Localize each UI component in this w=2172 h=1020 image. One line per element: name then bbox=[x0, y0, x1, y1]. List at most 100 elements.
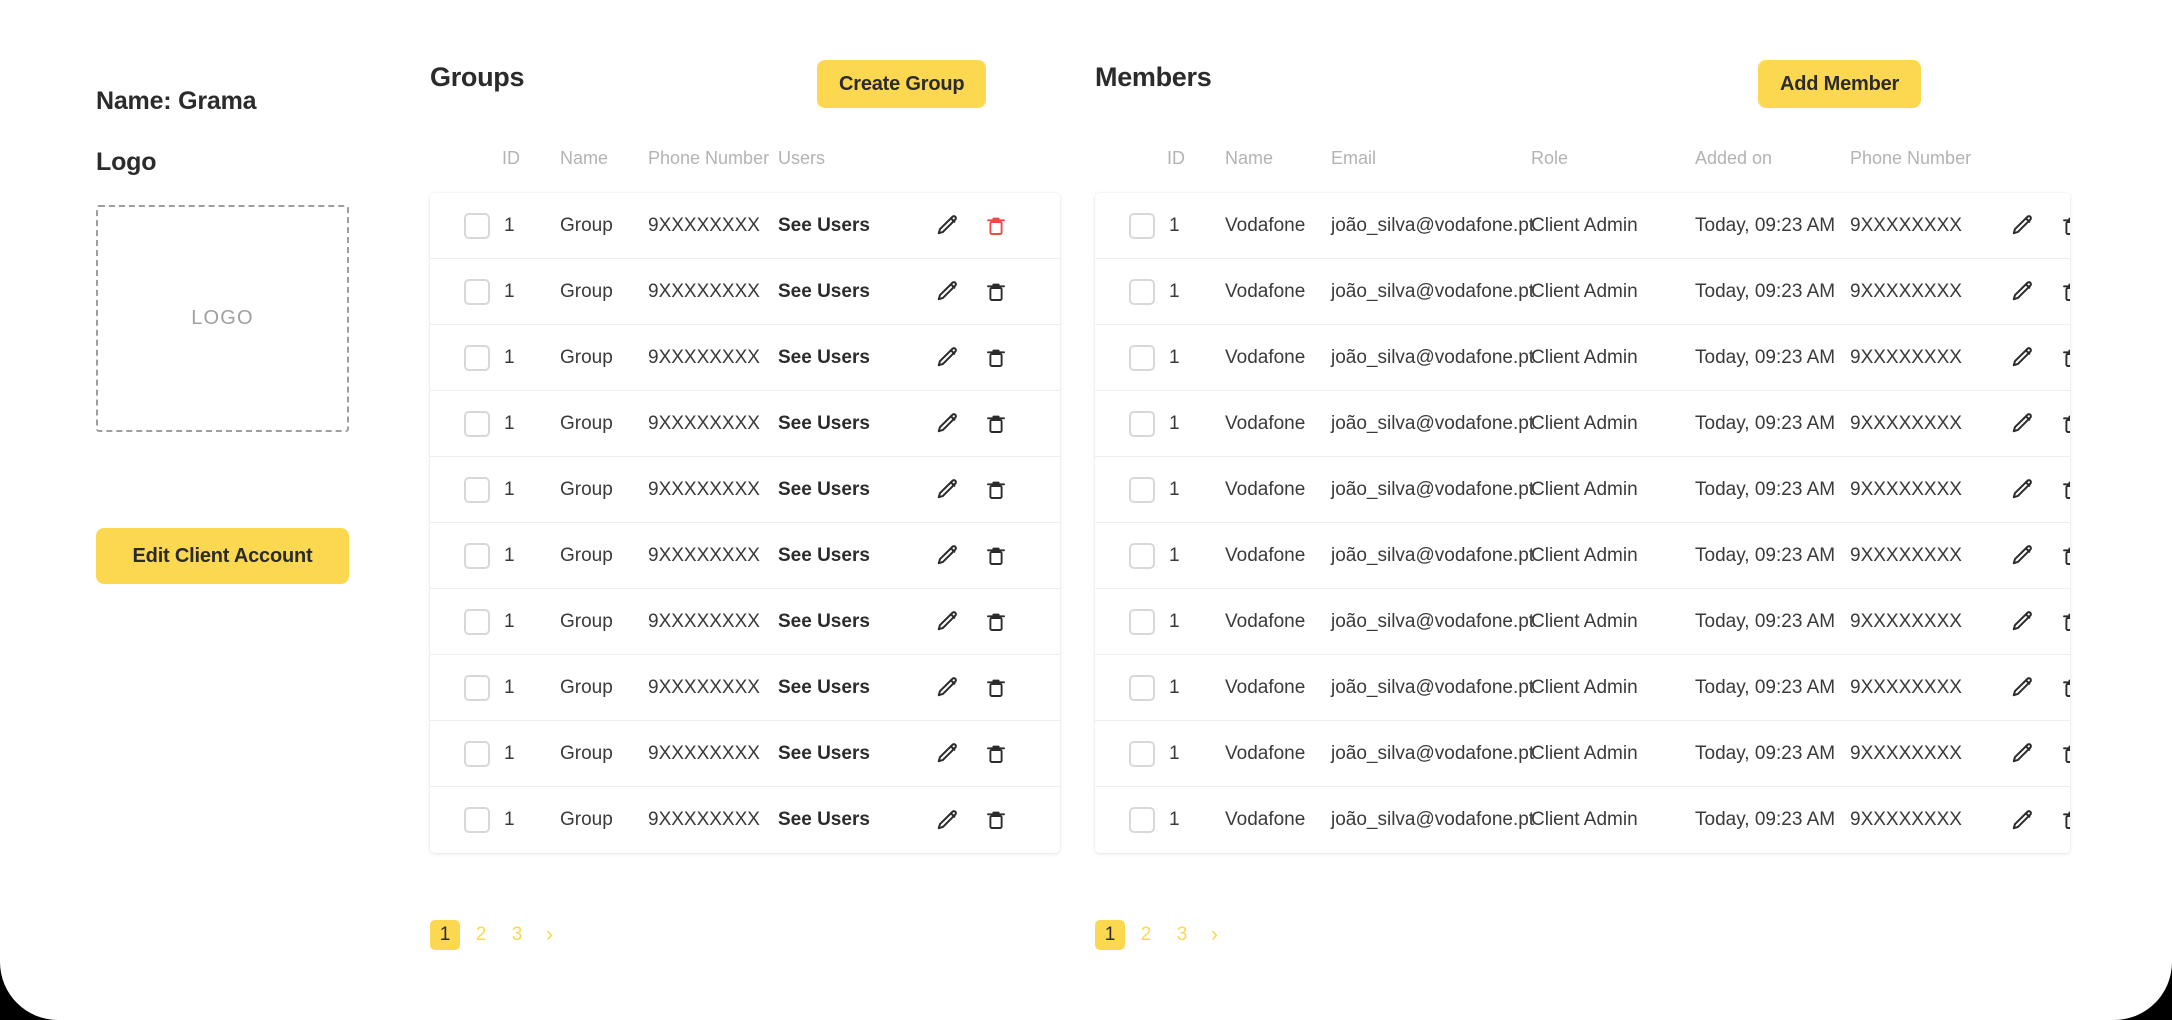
logo-upload-dropzone[interactable]: LOGO bbox=[96, 205, 349, 432]
see-users-link[interactable]: See Users bbox=[778, 677, 870, 699]
table-row[interactable]: 1 Vodafone joão_silva@vodafone.pt Client Ad… bbox=[1095, 589, 2070, 655]
row-select-checkbox[interactable] bbox=[1129, 542, 1155, 569]
trash-icon[interactable] bbox=[2057, 409, 2070, 439]
pencil-icon[interactable] bbox=[2007, 277, 2037, 307]
see-users-link[interactable]: See Users bbox=[778, 479, 870, 501]
trash-icon[interactable] bbox=[2057, 805, 2070, 835]
trash-icon[interactable] bbox=[2057, 277, 2070, 307]
pencil-icon[interactable] bbox=[2007, 409, 2037, 439]
row-select-checkbox[interactable] bbox=[1129, 278, 1155, 305]
row-select-checkbox[interactable] bbox=[464, 674, 490, 701]
pencil-icon[interactable] bbox=[2007, 739, 2037, 769]
pencil-icon[interactable] bbox=[932, 475, 962, 505]
trash-icon[interactable] bbox=[2057, 211, 2070, 241]
groups-page-1[interactable]: 1 bbox=[430, 920, 460, 950]
table-row[interactable]: 1 Vodafone joão_silva@vodafone.pt Client Ad… bbox=[1095, 655, 2070, 721]
pencil-icon[interactable] bbox=[2007, 607, 2037, 637]
see-users-link[interactable]: See Users bbox=[778, 743, 870, 765]
pencil-icon[interactable] bbox=[2007, 211, 2037, 241]
trash-icon[interactable] bbox=[981, 805, 1011, 835]
row-select-checkbox[interactable] bbox=[1129, 476, 1155, 503]
pencil-icon[interactable] bbox=[932, 541, 962, 571]
row-select-checkbox[interactable] bbox=[464, 410, 490, 437]
members-page-1[interactable]: 1 bbox=[1095, 920, 1125, 950]
see-users-link[interactable]: See Users bbox=[778, 611, 870, 633]
row-select-checkbox[interactable] bbox=[464, 212, 490, 239]
row-select-checkbox[interactable] bbox=[1129, 740, 1155, 767]
table-row[interactable]: 1 Vodafone joão_silva@vodafone.pt Client Ad… bbox=[1095, 523, 2070, 589]
groups-page-2[interactable]: 2 bbox=[466, 920, 496, 950]
trash-icon[interactable] bbox=[981, 673, 1011, 703]
table-row[interactable]: 1 Group 9XXXXXXXX See Users bbox=[430, 589, 1060, 655]
pencil-icon[interactable] bbox=[2007, 673, 2037, 703]
row-select-checkbox[interactable] bbox=[464, 344, 490, 371]
table-row[interactable]: 1 Group 9XXXXXXXX See Users bbox=[430, 655, 1060, 721]
table-row[interactable]: 1 Vodafone joão_silva@vodafone.pt Client Ad… bbox=[1095, 325, 2070, 391]
members-page-3[interactable]: 3 bbox=[1167, 920, 1197, 950]
table-row[interactable]: 1 Group 9XXXXXXXX See Users bbox=[430, 325, 1060, 391]
row-select-checkbox[interactable] bbox=[464, 278, 490, 305]
row-select-checkbox[interactable] bbox=[1129, 212, 1155, 239]
chevron-right-icon[interactable]: › bbox=[538, 923, 561, 947]
create-group-button[interactable]: Create Group bbox=[817, 60, 987, 108]
table-row[interactable]: 1 Group 9XXXXXXXX See Users bbox=[430, 721, 1060, 787]
pencil-icon[interactable] bbox=[932, 673, 962, 703]
trash-icon[interactable] bbox=[2057, 739, 2070, 769]
pencil-icon[interactable] bbox=[932, 805, 962, 835]
pencil-icon[interactable] bbox=[932, 343, 962, 373]
trash-icon[interactable] bbox=[981, 409, 1011, 439]
row-select-checkbox[interactable] bbox=[464, 807, 490, 833]
chevron-right-icon[interactable]: › bbox=[1203, 923, 1226, 947]
trash-icon[interactable] bbox=[981, 475, 1011, 505]
table-row[interactable]: 1 Group 9XXXXXXXX See Users bbox=[430, 787, 1060, 853]
trash-icon[interactable] bbox=[981, 739, 1011, 769]
row-select-checkbox[interactable] bbox=[1129, 807, 1155, 833]
trash-icon[interactable] bbox=[981, 607, 1011, 637]
row-select-checkbox[interactable] bbox=[464, 740, 490, 767]
trash-icon[interactable] bbox=[2057, 343, 2070, 373]
table-row[interactable]: 1 Group 9XXXXXXXX See Users bbox=[430, 523, 1060, 589]
table-row[interactable]: 1 Group 9XXXXXXXX See Users bbox=[430, 391, 1060, 457]
see-users-link[interactable]: See Users bbox=[778, 809, 870, 831]
trash-icon[interactable] bbox=[981, 343, 1011, 373]
see-users-link[interactable]: See Users bbox=[778, 413, 870, 435]
table-row[interactable]: 1 Vodafone joão_silva@vodafone.pt Client Ad… bbox=[1095, 259, 2070, 325]
see-users-link[interactable]: See Users bbox=[778, 215, 870, 237]
pencil-icon[interactable] bbox=[932, 409, 962, 439]
row-select-checkbox[interactable] bbox=[1129, 410, 1155, 437]
pencil-icon[interactable] bbox=[932, 739, 962, 769]
add-member-button[interactable]: Add Member bbox=[1758, 60, 1922, 108]
trash-icon[interactable] bbox=[2057, 475, 2070, 505]
see-users-link[interactable]: See Users bbox=[778, 347, 870, 369]
groups-page-3[interactable]: 3 bbox=[502, 920, 532, 950]
table-row[interactable]: 1 Group 9XXXXXXXX See Users bbox=[430, 259, 1060, 325]
table-row[interactable]: 1 Vodafone joão_silva@vodafone.pt Client Ad… bbox=[1095, 193, 2070, 259]
members-page-2[interactable]: 2 bbox=[1131, 920, 1161, 950]
row-select-checkbox[interactable] bbox=[464, 542, 490, 569]
row-select-checkbox[interactable] bbox=[1129, 608, 1155, 635]
table-row[interactable]: 1 Vodafone joão_silva@vodafone.pt Client Ad… bbox=[1095, 721, 2070, 787]
trash-icon[interactable] bbox=[2057, 673, 2070, 703]
see-users-link[interactable]: See Users bbox=[778, 545, 870, 567]
pencil-icon[interactable] bbox=[932, 607, 962, 637]
pencil-icon[interactable] bbox=[2007, 343, 2037, 373]
table-row[interactable]: 1 Vodafone joão_silva@vodafone.pt Client Ad… bbox=[1095, 391, 2070, 457]
table-row[interactable]: 1 Vodafone joão_silva@vodafone.pt Client Ad… bbox=[1095, 787, 2070, 853]
row-select-checkbox[interactable] bbox=[1129, 674, 1155, 701]
edit-client-account-button[interactable]: Edit Client Account bbox=[96, 528, 349, 584]
trash-icon[interactable] bbox=[2057, 607, 2070, 637]
pencil-icon[interactable] bbox=[2007, 541, 2037, 571]
trash-icon[interactable] bbox=[981, 211, 1011, 241]
row-select-checkbox[interactable] bbox=[464, 608, 490, 635]
trash-icon[interactable] bbox=[981, 541, 1011, 571]
row-select-checkbox[interactable] bbox=[1129, 344, 1155, 371]
trash-icon[interactable] bbox=[2057, 541, 2070, 571]
table-row[interactable]: 1 Group 9XXXXXXXX See Users bbox=[430, 457, 1060, 523]
table-row[interactable]: 1 Vodafone joão_silva@vodafone.pt Client Ad… bbox=[1095, 457, 2070, 523]
trash-icon[interactable] bbox=[981, 277, 1011, 307]
table-row[interactable]: 1 Group 9XXXXXXXX See Users bbox=[430, 193, 1060, 259]
pencil-icon[interactable] bbox=[932, 211, 962, 241]
see-users-link[interactable]: See Users bbox=[778, 281, 870, 303]
row-select-checkbox[interactable] bbox=[464, 476, 490, 503]
pencil-icon[interactable] bbox=[2007, 805, 2037, 835]
